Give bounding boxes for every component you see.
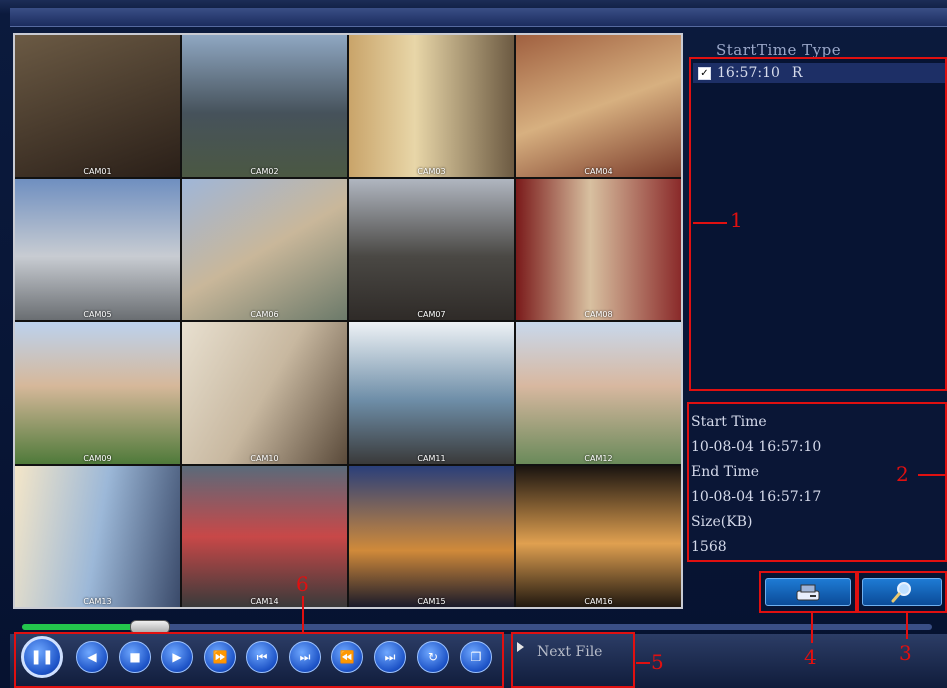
camera-tile[interactable]: CAM14 — [182, 465, 347, 607]
stop-icon: ■ — [129, 650, 141, 664]
window-icon: ❐ — [470, 650, 482, 664]
loop-icon: ↻ — [427, 650, 439, 664]
camera-label: CAM08 — [584, 310, 613, 319]
camera-tile[interactable]: CAM04 — [516, 35, 681, 177]
fast-forward-end-icon: ⏭ — [384, 649, 396, 664]
next-file-highlight — [511, 632, 635, 688]
callout-3-line — [906, 613, 908, 639]
fast-forward-button[interactable]: ⏩ — [204, 641, 236, 673]
camera-label: CAM13 — [83, 597, 112, 606]
camera-tile[interactable]: CAM15 — [349, 465, 514, 607]
camera-tile[interactable]: CAM05 — [15, 178, 180, 320]
camera-tile[interactable]: CAM02 — [182, 35, 347, 177]
backup-button-frame — [759, 571, 857, 613]
previous-file-button[interactable]: ⏪ — [331, 641, 363, 673]
callout-2: 2 — [896, 462, 909, 486]
camera-label: CAM01 — [83, 166, 112, 176]
start-time-value: 10-08-04 16:57:10 — [691, 439, 822, 455]
camera-tile[interactable]: CAM07 — [349, 178, 514, 320]
check-icon[interactable]: ✓ — [698, 66, 711, 80]
camera-label: CAM03 — [417, 166, 446, 176]
camera-tile[interactable]: CAM09 — [15, 322, 180, 464]
skip-forward-icon: ⏭ — [299, 649, 311, 664]
start-time-label: Start Time — [691, 414, 767, 430]
camera-grid: CAM01 CAM02 CAM03 CAM04 CAM05 CAM06 CAM0… — [13, 33, 683, 609]
callout-5: 5 — [651, 650, 664, 674]
size-value: 1568 — [691, 539, 727, 555]
callout-6-line — [302, 596, 304, 632]
camera-label: CAM12 — [584, 453, 613, 463]
callout-2-line — [918, 474, 947, 476]
camera-tile[interactable]: CAM12 — [516, 322, 681, 464]
previous-frame-button[interactable]: ⏮ — [246, 641, 278, 673]
fullscreen-button[interactable]: ❐ — [460, 641, 492, 673]
callout-5-line — [636, 662, 650, 664]
camera-tile[interactable]: CAM06 — [182, 178, 347, 320]
camera-label: CAM02 — [250, 166, 279, 176]
play-step-icon: ▶ — [172, 650, 182, 664]
loop-button[interactable]: ↻ — [417, 641, 449, 673]
reverse-play-button[interactable]: ◀ — [76, 641, 108, 673]
camera-tile[interactable]: CAM10 — [182, 322, 347, 464]
next-file-label: Next File — [537, 644, 603, 660]
file-list-panel: ✓ 16:57:10 R — [689, 57, 947, 391]
camera-label: CAM15 — [417, 597, 446, 606]
callout-1: 1 — [730, 208, 743, 232]
play-button[interactable]: ▶ — [161, 641, 193, 673]
play-reverse-icon: ◀ — [87, 650, 97, 664]
rewind-icon: ⏪ — [339, 650, 355, 664]
backup-button[interactable] — [764, 578, 852, 606]
next-file-button[interactable]: ⏭ — [374, 641, 406, 673]
search-button[interactable] — [862, 578, 942, 606]
camera-label: CAM06 — [250, 310, 279, 319]
camera-label: CAM07 — [417, 310, 446, 319]
camera-tile[interactable]: CAM03 — [349, 35, 514, 177]
file-type: R — [791, 65, 803, 81]
pause-icon: ❚❚ — [30, 649, 54, 665]
camera-tile[interactable]: CAM08 — [516, 178, 681, 320]
camera-tile[interactable]: CAM11 — [349, 322, 514, 464]
callout-4-line — [811, 613, 813, 643]
file-start-time: 16:57:10 — [717, 65, 780, 81]
disk-drive-icon — [796, 584, 820, 601]
camera-label: CAM11 — [417, 453, 446, 463]
search-button-frame — [857, 571, 947, 613]
end-time-label: End Time — [691, 464, 760, 480]
camera-label: CAM04 — [584, 166, 613, 176]
camera-tile[interactable]: CAM13 — [15, 465, 180, 607]
camera-label: CAM10 — [250, 453, 279, 463]
end-time-value: 10-08-04 16:57:17 — [691, 489, 822, 505]
camera-label: CAM16 — [584, 597, 613, 606]
stop-button[interactable]: ■ — [119, 641, 151, 673]
camera-label: CAM14 — [250, 597, 279, 606]
play-triangle-icon — [517, 642, 524, 652]
camera-label: CAM05 — [83, 310, 112, 319]
file-list-row[interactable]: ✓ 16:57:10 R — [693, 63, 945, 83]
pause-button[interactable]: ❚❚ — [21, 636, 63, 678]
next-frame-button[interactable]: ⏭ — [289, 641, 321, 673]
callout-6: 6 — [296, 572, 309, 596]
callout-4: 4 — [804, 645, 817, 669]
camera-label: CAM09 — [83, 453, 112, 463]
camera-tile[interactable]: CAM01 — [15, 35, 180, 177]
camera-tile[interactable]: CAM16 — [516, 465, 681, 607]
callout-1-line — [693, 222, 727, 224]
title-bar — [10, 8, 947, 27]
fast-forward-icon: ⏩ — [212, 650, 228, 664]
callout-3: 3 — [899, 641, 912, 665]
size-label: Size(KB) — [691, 514, 753, 530]
skip-back-icon: ⏮ — [256, 649, 268, 664]
magnifier-icon — [891, 582, 911, 603]
